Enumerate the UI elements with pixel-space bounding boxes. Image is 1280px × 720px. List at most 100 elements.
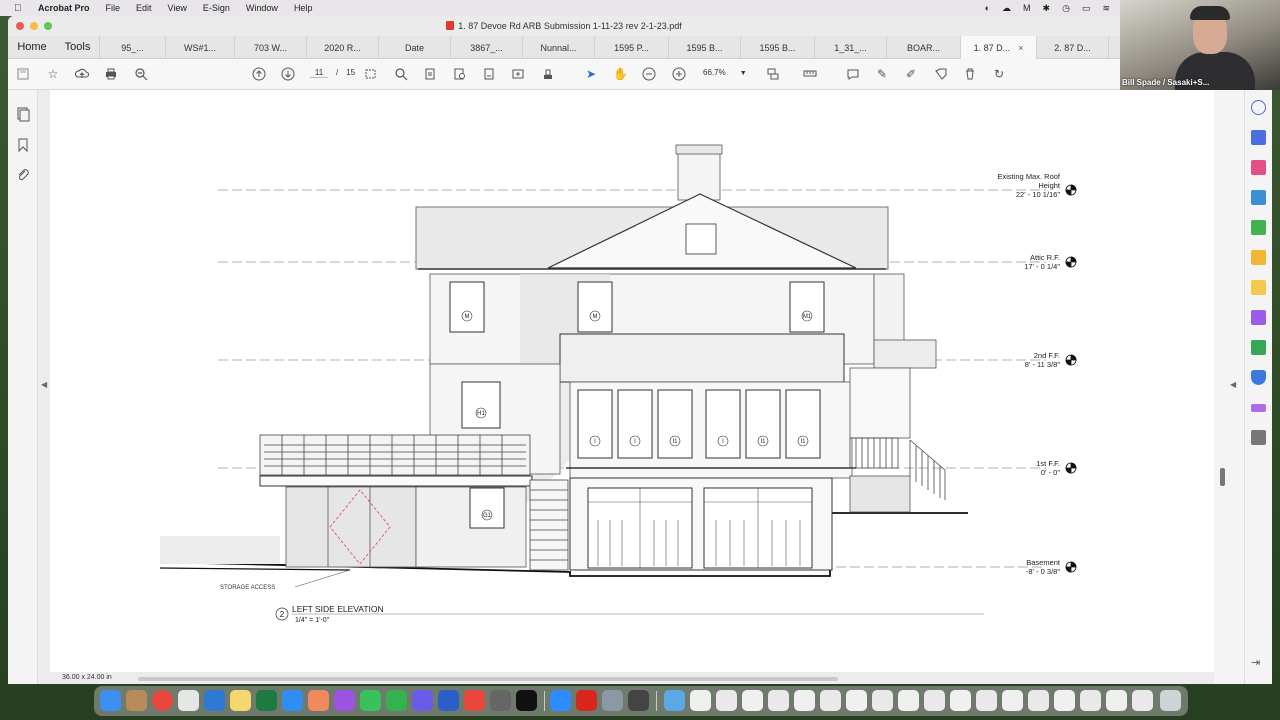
doc-tab[interactable]: Date	[379, 36, 451, 59]
doc-tab[interactable]: WS#1...	[166, 36, 235, 59]
doc-tab[interactable]: 1_31_...	[815, 36, 887, 59]
menu-view[interactable]: View	[168, 3, 187, 13]
find-text-icon[interactable]	[453, 67, 467, 81]
document-thumbnail-icon[interactable]	[1028, 690, 1049, 711]
close-tab-icon[interactable]: ×	[1018, 43, 1023, 53]
document-thumbnail-icon[interactable]	[924, 690, 945, 711]
menu-help[interactable]: Help	[294, 3, 313, 13]
tag-icon[interactable]	[934, 67, 948, 81]
reminders-icon[interactable]	[178, 690, 199, 711]
zoom-icon[interactable]	[550, 690, 571, 711]
status-extension-icon[interactable]: ◐	[985, 3, 990, 13]
status-mail-icon[interactable]: M	[1023, 3, 1031, 13]
folder-icon[interactable]	[664, 690, 685, 711]
print-production-icon[interactable]	[1251, 340, 1266, 355]
next-page-icon[interactable]	[281, 67, 295, 81]
apple-tv-icon[interactable]	[516, 690, 537, 711]
highlight-pen-icon[interactable]: ✎	[875, 67, 889, 81]
status-battery-icon[interactable]: ▭	[1082, 3, 1091, 14]
doc-tab[interactable]: BOAR...	[887, 36, 961, 59]
preview-icon[interactable]	[602, 690, 623, 711]
doc-tab[interactable]: 2020 R...	[307, 36, 379, 59]
combine-files-icon[interactable]	[1251, 250, 1266, 265]
zoom-in-icon[interactable]	[394, 67, 408, 81]
document-thumbnail-icon[interactable]	[898, 690, 919, 711]
zoom-level-select[interactable]: 66.7% ▼	[703, 68, 747, 77]
facetime-icon[interactable]	[386, 690, 407, 711]
status-wifi-icon[interactable]: ≋	[1102, 3, 1110, 14]
document-thumbnail-icon[interactable]	[1054, 690, 1075, 711]
save-icon[interactable]	[16, 67, 30, 81]
doc-tab[interactable]: 95_...	[100, 36, 166, 59]
document-thumbnail-icon[interactable]	[742, 690, 763, 711]
outlook-icon[interactable]	[204, 690, 225, 711]
document-thumbnail-icon[interactable]	[976, 690, 997, 711]
pdf-page[interactable]: Existing Max. Roof Height 22' - 10 1/16"…	[50, 90, 1214, 672]
status-bluetooth-icon[interactable]: ✱	[1043, 3, 1051, 14]
delete-trash-icon[interactable]	[963, 67, 977, 81]
document-thumbnail-icon[interactable]	[1132, 690, 1153, 711]
draw-tool-icon[interactable]: ✐	[904, 67, 918, 81]
comment-tool-icon[interactable]	[1251, 280, 1266, 295]
export-pdf-tool-icon[interactable]	[1251, 190, 1266, 205]
attachments-paperclip-icon[interactable]	[15, 167, 31, 183]
document-thumbnail-icon[interactable]	[846, 690, 867, 711]
menu-app-name[interactable]: Acrobat Pro	[38, 3, 90, 13]
app-icon[interactable]	[628, 690, 649, 711]
doc-tab[interactable]: 1595 P...	[595, 36, 669, 59]
video-call-tile[interactable]: Bill Spade / Sasaki+S...	[1120, 0, 1280, 90]
acrobat-icon[interactable]	[576, 690, 597, 711]
document-thumbnail-icon[interactable]	[1002, 690, 1023, 711]
document-thumbnail-icon[interactable]	[794, 690, 815, 711]
doc-tab[interactable]: 1595 B...	[741, 36, 815, 59]
fill-sign-icon[interactable]	[1251, 310, 1266, 325]
select-area-icon[interactable]	[364, 67, 378, 81]
siri-icon[interactable]	[412, 690, 433, 711]
document-thumbnail-icon[interactable]	[716, 690, 737, 711]
news-icon[interactable]	[464, 690, 485, 711]
protect-shield-icon[interactable]	[1251, 370, 1266, 385]
doc-tab[interactable]: 1595 B...	[669, 36, 741, 59]
bookmark-star-icon[interactable]: ☆	[46, 67, 60, 81]
messages-icon[interactable]	[360, 690, 381, 711]
more-tools-icon[interactable]	[1251, 430, 1266, 445]
print-icon[interactable]	[104, 67, 118, 81]
edit-pdf-tool-icon[interactable]	[1251, 220, 1266, 235]
document-thumbnail-icon[interactable]	[1080, 690, 1101, 711]
zoom-minus-icon[interactable]	[642, 67, 656, 81]
export-pdf-icon[interactable]	[482, 67, 496, 81]
document-thumbnail-icon[interactable]	[950, 690, 971, 711]
page-thumbnails-icon[interactable]	[15, 106, 31, 122]
current-page-input[interactable]: 11	[310, 68, 328, 78]
document-thumbnail-icon[interactable]	[690, 690, 711, 711]
menu-file[interactable]: File	[106, 3, 121, 13]
search-icon[interactable]	[1251, 100, 1266, 115]
document-thumbnail-icon[interactable]	[1106, 690, 1127, 711]
measure-tool-icon[interactable]	[803, 67, 817, 81]
document-thumbnail-icon[interactable]	[768, 690, 789, 711]
fit-page-icon[interactable]	[423, 67, 437, 81]
vertical-scrollbar[interactable]	[1220, 468, 1225, 486]
system-settings-icon[interactable]	[490, 690, 511, 711]
collapse-right-pane-icon[interactable]: ◀	[1230, 380, 1236, 389]
excel-icon[interactable]	[256, 690, 277, 711]
horizontal-scrollbar[interactable]	[138, 677, 838, 681]
organize-pages-icon[interactable]	[511, 67, 525, 81]
menu-edit[interactable]: Edit	[136, 3, 152, 13]
hand-tool-icon[interactable]: ✋	[613, 67, 628, 81]
home-tab[interactable]: Home	[8, 36, 56, 58]
collapse-left-pane-icon[interactable]: ◀	[41, 380, 47, 389]
doc-tab[interactable]: Nunnal...	[523, 36, 595, 59]
status-creative-cloud-icon[interactable]: ☁	[1002, 3, 1011, 14]
zoom-out-search-icon[interactable]	[134, 67, 148, 81]
select-cursor-icon[interactable]: ➤	[584, 67, 598, 81]
rotate-refresh-icon[interactable]: ↻	[992, 67, 1006, 81]
menu-window[interactable]: Window	[246, 3, 278, 13]
stamp-icon[interactable]	[541, 67, 555, 81]
finder-icon[interactable]	[100, 690, 121, 711]
tools-tab[interactable]: Tools	[56, 36, 100, 58]
photos-icon[interactable]	[308, 690, 329, 711]
apple-icon[interactable]: 	[14, 3, 26, 14]
bookmarks-icon[interactable]	[15, 137, 31, 153]
create-pdf-icon[interactable]	[1251, 130, 1266, 145]
